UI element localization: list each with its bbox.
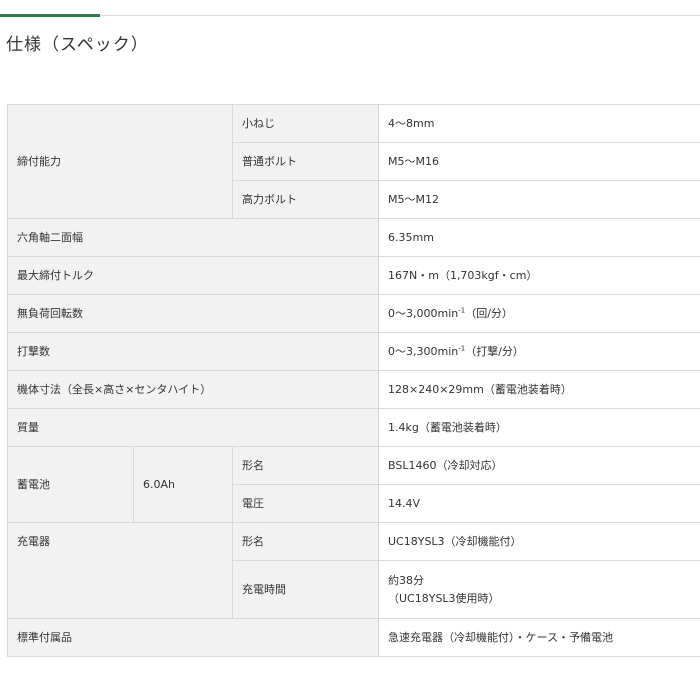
battery-model-label: 形名 bbox=[232, 446, 379, 485]
high-tension-bolt-value: M5～M12 bbox=[378, 180, 700, 219]
dimensions-value: 128×240×29mm（蓄電池装着時） bbox=[378, 370, 700, 409]
impact-rate-value: 0～3,300min-1（打撃/分） bbox=[378, 332, 700, 371]
impact-rate-unit: （打撃/分） bbox=[465, 344, 524, 358]
hex-shank-label: 六角軸二面幅 bbox=[7, 218, 379, 257]
charge-time-line1: 約38分 bbox=[388, 574, 424, 588]
table-row: 標準付属品 急速充電器（冷却機能付）・ケース・予備電池 bbox=[7, 618, 700, 657]
impact-rate-main: 0～3,300min bbox=[388, 344, 459, 358]
table-row: 機体寸法（全長×高さ×センタハイト） 128×240×29mm（蓄電池装着時） bbox=[7, 370, 700, 409]
page-title: 仕様（スペック） bbox=[6, 35, 149, 55]
high-tension-bolt-label: 高力ボルト bbox=[232, 180, 379, 219]
battery-model-value: BSL1460（冷却対応） bbox=[378, 446, 700, 485]
impact-rate-label: 打撃数 bbox=[7, 332, 379, 371]
no-load-speed-label: 無負荷回転数 bbox=[7, 294, 379, 333]
battery-label: 蓄電池 bbox=[7, 446, 134, 523]
dimensions-label: 機体寸法（全長×高さ×センタハイト） bbox=[7, 370, 379, 409]
table-row: 質量 1.4kg（蓄電池装着時） bbox=[7, 408, 700, 447]
small-screw-label: 小ねじ bbox=[232, 104, 379, 143]
title-accent-bar bbox=[0, 14, 100, 17]
max-torque-label: 最大締付トルク bbox=[7, 256, 379, 295]
no-load-speed-unit: （回/分） bbox=[465, 306, 513, 320]
battery-voltage-label: 電圧 bbox=[232, 484, 379, 523]
spec-table: 締付能力 小ねじ 4～8mm 普通ボルト M5～M16 高力ボルト M5～M12… bbox=[7, 104, 700, 657]
max-torque-value: 167N・m（1,703kgf・cm） bbox=[378, 256, 700, 295]
no-load-speed-value: 0～3,000min-1（回/分） bbox=[378, 294, 700, 333]
charge-time-label: 充電時間 bbox=[232, 560, 379, 619]
table-row: 六角軸二面幅 6.35mm bbox=[7, 218, 700, 257]
weight-label: 質量 bbox=[7, 408, 379, 447]
accessories-value: 急速充電器（冷却機能付）・ケース・予備電池 bbox=[378, 618, 700, 657]
normal-bolt-label: 普通ボルト bbox=[232, 142, 379, 181]
table-row: 締付能力 小ねじ 4～8mm bbox=[7, 104, 700, 219]
hex-shank-value: 6.35mm bbox=[378, 218, 700, 257]
battery-capacity: 6.0Ah bbox=[133, 446, 233, 523]
charger-model-value: UC18YSL3（冷却機能付） bbox=[378, 522, 700, 561]
title-rule bbox=[100, 15, 700, 16]
table-row: 蓄電池 6.0Ah 形名 BSL1460（冷却対応） bbox=[7, 446, 700, 523]
table-row: 打撃数 0～3,300min-1（打撃/分） bbox=[7, 332, 700, 371]
charge-time-line2: （UC18YSL3使用時） bbox=[388, 591, 500, 605]
table-row: 無負荷回転数 0～3,000min-1（回/分） bbox=[7, 294, 700, 333]
accessories-label: 標準付属品 bbox=[7, 618, 379, 657]
table-row: 最大締付トルク 167N・m（1,703kgf・cm） bbox=[7, 256, 700, 295]
small-screw-value: 4～8mm bbox=[378, 104, 700, 143]
battery-voltage-value: 14.4V bbox=[378, 484, 700, 523]
table-row: 充電器 形名 UC18YSL3（冷却機能付） bbox=[7, 522, 700, 619]
charger-label: 充電器 bbox=[7, 522, 233, 619]
normal-bolt-value: M5～M16 bbox=[378, 142, 700, 181]
weight-value: 1.4kg（蓄電池装着時） bbox=[378, 408, 700, 447]
fastening-capacity-label: 締付能力 bbox=[7, 104, 233, 219]
charger-model-label: 形名 bbox=[232, 522, 379, 561]
charge-time-value: 約38分 （UC18YSL3使用時） bbox=[378, 560, 700, 619]
no-load-speed-main: 0～3,000min bbox=[388, 306, 459, 320]
